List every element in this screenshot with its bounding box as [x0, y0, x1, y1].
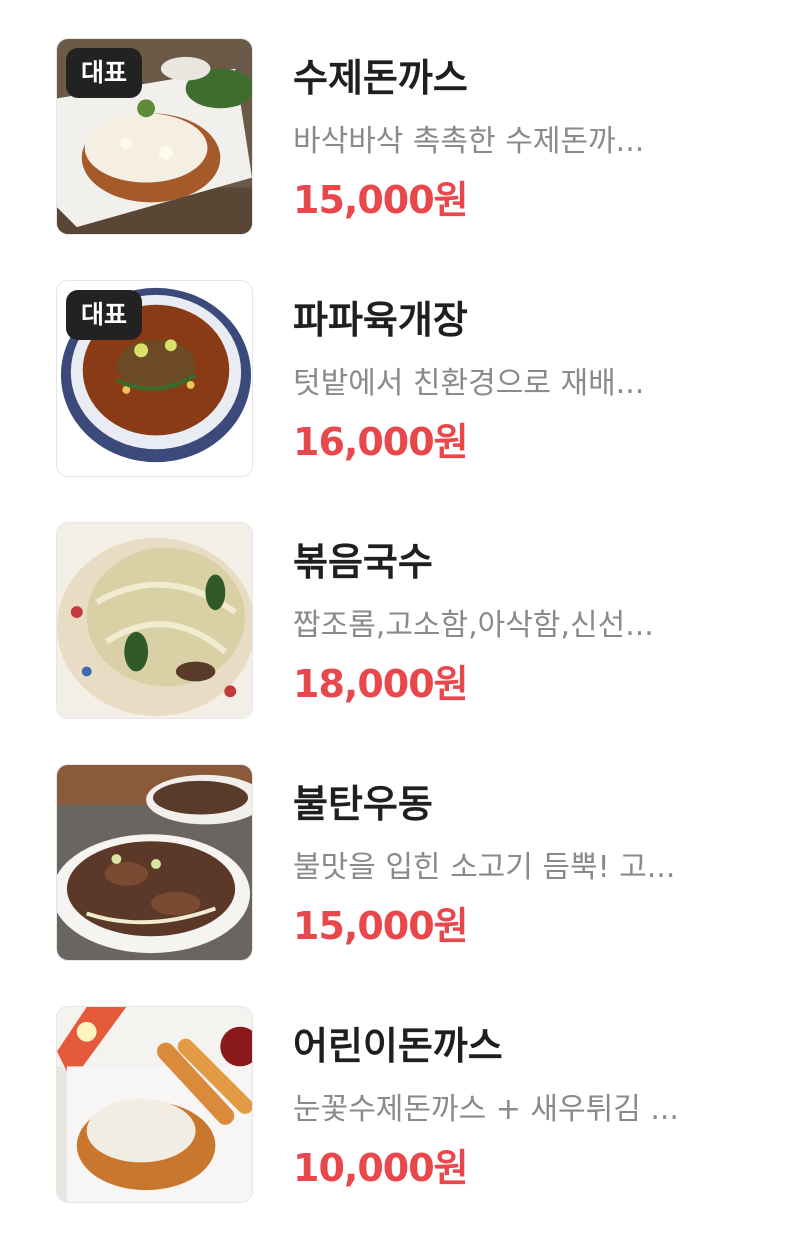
- menu-item-description: 텃밭에서 친환경으로 재배...: [293, 366, 645, 401]
- menu-item-description: 짭조롬,고소함,아삭함,신선...: [293, 608, 654, 643]
- menu-item-name: 볶음국수: [293, 540, 433, 584]
- menu-item-name: 수제돈까스: [293, 56, 468, 100]
- menu-item-udon[interactable]: 불탄우동 불맛을 입힌 소고기 듬뿍! 고... 15,000원: [0, 764, 807, 1006]
- menu-item-kids-tonkatsu[interactable]: 어린이돈까스 눈꽃수제돈까스 + 새우튀김 ... 10,000원: [0, 1006, 807, 1248]
- menu-item-yukgaejang[interactable]: 대표 파파육개장 텃밭에서 친환경으로 재배... 16,000원: [0, 280, 807, 522]
- menu-item-description: 눈꽃수제돈까스 + 새우튀김 ...: [293, 1092, 679, 1127]
- menu-item-name: 어린이돈까스: [293, 1024, 503, 1068]
- menu-item-name: 불탄우동: [293, 782, 433, 826]
- signature-badge: 대표: [66, 48, 143, 98]
- menu-item-name: 파파육개장: [293, 298, 468, 342]
- menu-item-description: 불맛을 입힌 소고기 듬뿍! 고...: [293, 850, 676, 885]
- menu-item-tonkatsu[interactable]: 대표 수제돈까스 바삭바삭 촉촉한 수제돈까... 15,000원: [0, 38, 807, 280]
- menu-item-price: 15,000원: [293, 178, 469, 222]
- yukgaejang-photo: 대표: [56, 280, 253, 477]
- menu-item-price: 16,000원: [293, 420, 469, 464]
- menu-item-description: 바삭바삭 촉촉한 수제돈까...: [293, 124, 645, 159]
- menu-item-stir-fried-noodles[interactable]: 볶음국수 짭조롬,고소함,아삭함,신선... 18,000원: [0, 522, 807, 764]
- menu-item-price: 15,000원: [293, 904, 469, 948]
- udon-photo: [56, 764, 253, 961]
- kids-tonkatsu-photo: [56, 1006, 253, 1203]
- tonkatsu-photo: 대표: [56, 38, 253, 235]
- menu-item-price: 18,000원: [293, 662, 469, 706]
- menu-list: 대표 수제돈까스 바삭바삭 촉촉한 수제돈까... 15,000원 대표 파파육…: [0, 38, 807, 1248]
- stir-fried-noodles-photo: [56, 522, 253, 719]
- signature-badge: 대표: [66, 290, 143, 340]
- menu-item-price: 10,000원: [293, 1146, 469, 1190]
